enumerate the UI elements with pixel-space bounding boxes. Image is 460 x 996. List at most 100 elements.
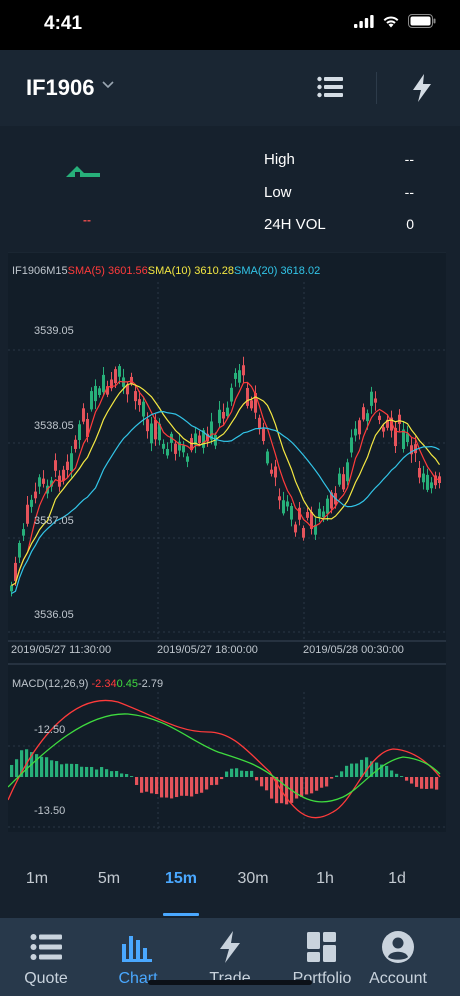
kline-chart[interactable]: IF1906M15SMA(5) 3601.56SMA(10) 3610.28SM…	[8, 252, 446, 832]
tab-quote[interactable]: Quote	[0, 930, 92, 988]
macd-bar	[430, 777, 434, 789]
bolt-icon[interactable]	[412, 74, 432, 102]
timeframe-1d[interactable]: 1d	[388, 870, 406, 888]
candle-body	[186, 456, 189, 462]
macd-bar	[405, 777, 409, 781]
candle-body	[342, 474, 345, 490]
y-axis-label: 3537.05	[34, 515, 74, 527]
macd-bar	[350, 763, 354, 777]
macd-bar	[75, 763, 79, 777]
candle-body	[278, 496, 281, 501]
candle-body	[118, 366, 121, 377]
tab-account[interactable]: Account	[352, 930, 444, 988]
timeframe-1m[interactable]: 1m	[26, 870, 48, 888]
candle-body	[362, 407, 365, 420]
stat-vol-value: 0	[406, 216, 414, 232]
macd-bar	[150, 777, 154, 794]
tab-trade-label: Trade	[209, 970, 251, 987]
macd-bar	[295, 777, 299, 799]
candle-body	[430, 482, 433, 489]
candle-body	[146, 419, 149, 432]
stat-low-label: Low	[264, 184, 292, 201]
macd-bar	[140, 777, 144, 793]
stat-vol-label: 24H VOL	[264, 216, 326, 233]
candle-body	[10, 585, 13, 592]
candle-body	[370, 391, 373, 406]
macd-bar	[40, 756, 44, 777]
macd-bar	[365, 757, 369, 777]
candle-body	[82, 408, 85, 422]
timeframe-15m[interactable]: 15m	[165, 870, 197, 888]
bolt-icon	[220, 931, 240, 963]
candle-body	[138, 399, 141, 406]
chart-canvas[interactable]	[8, 252, 446, 832]
timeframe-selector: 1m 5m 15m 30m 1h 1d	[0, 842, 460, 918]
candle-body	[270, 469, 273, 474]
stat-high-value: --	[404, 151, 414, 167]
candle-body	[222, 411, 225, 419]
candle-body	[250, 400, 253, 409]
wifi-icon	[383, 16, 399, 27]
candle-body	[54, 460, 57, 471]
macd-bar	[65, 763, 69, 777]
macd-bar	[145, 777, 149, 792]
macd-bar	[300, 777, 304, 797]
candle-body	[90, 391, 93, 410]
candle-body	[166, 448, 169, 456]
macd-bar	[195, 777, 199, 794]
macd-bar	[355, 763, 359, 777]
candle-body	[34, 491, 37, 499]
macd-y-label: -12.50	[34, 724, 66, 736]
signal-icon	[354, 14, 374, 28]
candle-body	[266, 451, 269, 464]
timeframe-30m[interactable]: 30m	[237, 870, 268, 888]
candle-body	[174, 443, 177, 454]
candle-body	[246, 388, 249, 406]
macd-bar	[325, 777, 329, 787]
candle-body	[302, 528, 305, 538]
macd-y-label: -13.50	[34, 805, 66, 817]
sma5-line	[11, 380, 440, 586]
macd-bar	[100, 767, 104, 777]
header-divider	[376, 72, 377, 104]
macd-bar	[215, 777, 219, 785]
macd-bar	[385, 765, 389, 777]
macd-bar	[200, 777, 204, 793]
candle-body	[78, 424, 81, 441]
timeframe-1h[interactable]: 1h	[316, 870, 334, 888]
stat-high-label: High	[264, 151, 295, 168]
symbol-selector[interactable]: IF1906	[26, 75, 95, 101]
list-icon[interactable]	[317, 76, 343, 98]
tab-account-label: Account	[369, 970, 427, 987]
candle-body	[26, 504, 29, 524]
macd-bar	[220, 777, 224, 780]
candle-body	[38, 477, 41, 487]
candle-body	[326, 498, 329, 514]
chevron-down-icon[interactable]	[101, 80, 115, 90]
macd-bar	[235, 768, 239, 777]
macd-legend: MACD(12,26,9) -2.340.45-2.79	[12, 678, 163, 690]
candle-body	[30, 499, 33, 507]
timeframe-5m[interactable]: 5m	[98, 870, 120, 888]
candle-body	[134, 391, 137, 402]
macd-bar	[80, 766, 84, 777]
sma10-line	[11, 383, 440, 586]
candle-body	[366, 413, 369, 422]
legend-sma20: SMA(20) 3618.02	[233, 265, 321, 277]
macd-hist: -2.79	[137, 678, 164, 690]
macd-bar	[230, 768, 234, 777]
candle-body	[198, 435, 201, 444]
macd-bar	[50, 760, 54, 777]
list-icon	[30, 934, 62, 960]
candle-body	[282, 500, 285, 514]
user-icon	[382, 931, 414, 963]
macd-bar	[305, 777, 309, 795]
macd-bar	[120, 773, 124, 777]
candle-body	[418, 467, 421, 478]
candle-body	[74, 439, 77, 449]
macd-dea: 0.45	[116, 678, 138, 690]
macd-bar	[265, 777, 269, 791]
candle-body	[98, 388, 101, 396]
macd-bar	[55, 761, 59, 777]
chart-legend: IF1906M15SMA(5) 3601.56SMA(10) 3610.28SM…	[12, 265, 320, 277]
